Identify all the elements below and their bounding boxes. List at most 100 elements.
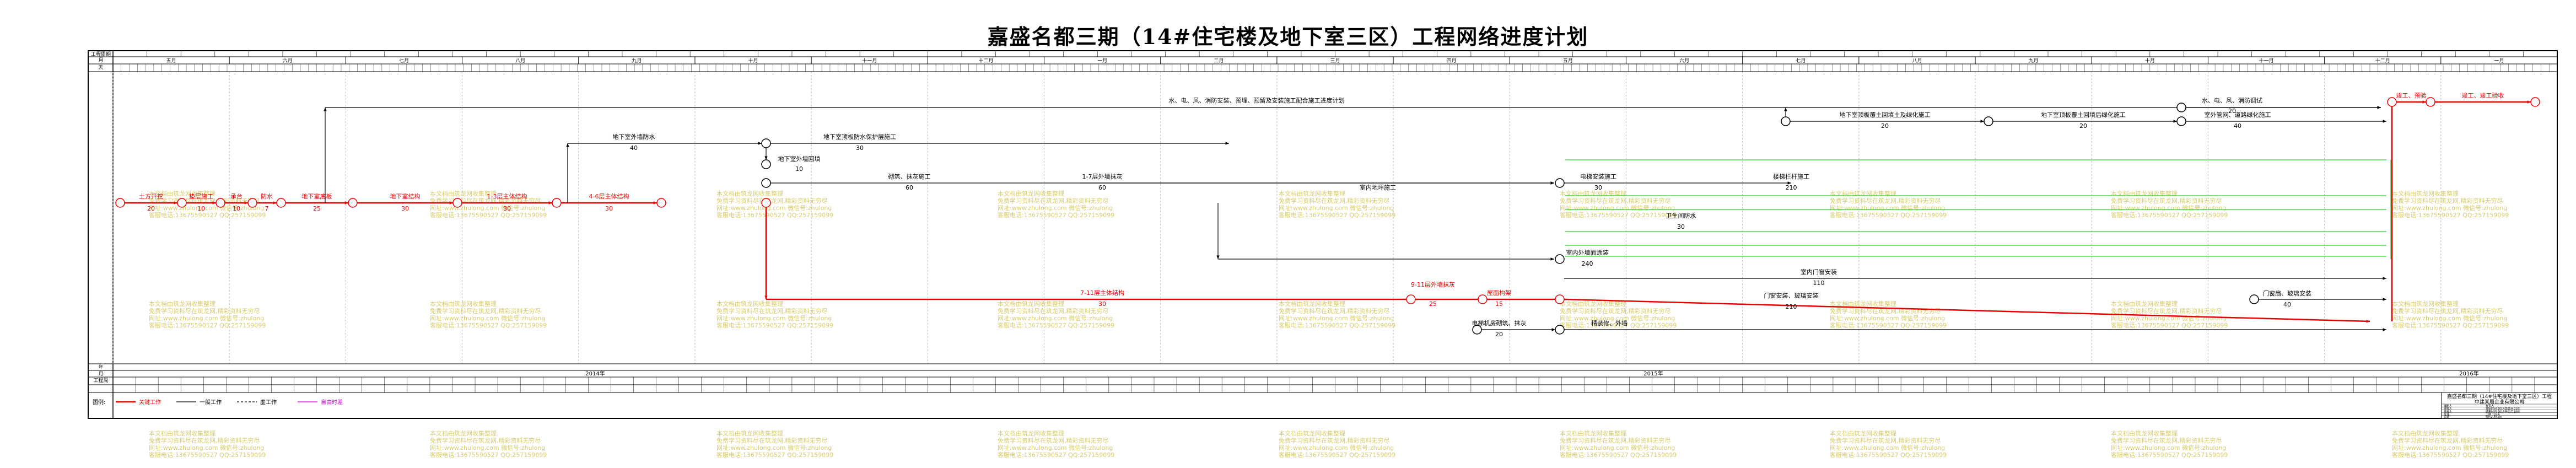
watermark-text: 本文档由筑龙网收集整理 bbox=[998, 190, 1064, 197]
watermark-text: 客服电话:13675590527 QQ:257159099 bbox=[998, 321, 1114, 329]
watermark-text: 本文档由筑龙网收集整理 bbox=[716, 429, 783, 437]
watermark-text: 本文档由筑龙网收集整理 bbox=[430, 429, 497, 437]
task-label: 30 bbox=[856, 144, 864, 152]
critical-task-duration: 10 bbox=[233, 205, 240, 212]
watermark-text: 网址:www.zhulong.com 微信号:zhulong bbox=[998, 444, 1113, 451]
watermark-text: 客服电话:13675590527 QQ:257159099 bbox=[430, 211, 547, 219]
watermark-text: 网址:www.zhulong.com 微信号:zhulong bbox=[998, 314, 1113, 322]
watermark-text: 免费学习资料尽在筑龙网,精彩资料无穷尽 bbox=[2111, 437, 2222, 444]
arrow-head bbox=[1551, 328, 1555, 331]
watermark-text: 客服电话:13675590527 QQ:257159099 bbox=[2392, 321, 2509, 329]
event-node bbox=[1555, 254, 1565, 264]
event-node bbox=[2176, 103, 2186, 112]
task-label: 20 bbox=[1881, 122, 1889, 130]
task-label: 240 bbox=[1582, 260, 1593, 267]
watermark-text: 网址:www.zhulong.com 微信号:zhulong bbox=[149, 314, 264, 322]
month-label: 十月 bbox=[748, 57, 758, 64]
watermark-text: 客服电话:13675590527 QQ:257159099 bbox=[716, 211, 833, 219]
title-block-key: 图号 bbox=[2444, 416, 2449, 419]
critical-task-duration: 25 bbox=[1429, 300, 1437, 308]
critical-task-label: 9-11层外墙抹灰 bbox=[1411, 281, 1455, 288]
watermark-text: 网址:www.zhulong.com 微信号:zhulong bbox=[430, 204, 545, 212]
watermark-text: 网址:www.zhulong.com 微信号:zhulong bbox=[1830, 204, 1945, 212]
task-label: 40 bbox=[2283, 301, 2291, 308]
watermark-text: 客服电话:13675590527 QQ:257159099 bbox=[2392, 451, 2509, 459]
critical-task-duration: 15 bbox=[1495, 300, 1503, 308]
critical-task-duration: 20 bbox=[147, 205, 155, 212]
watermark-text: 免费学习资料尽在筑龙网,精彩资料无穷尽 bbox=[716, 437, 828, 444]
task-label: 60 bbox=[1098, 184, 1106, 191]
watermark-text: 免费学习资料尽在筑龙网,精彩资料无穷尽 bbox=[716, 307, 828, 315]
critical-task-duration: 10 bbox=[197, 205, 205, 212]
event-node bbox=[348, 198, 358, 208]
watermark-text: 客服电话:13675590527 QQ:257159099 bbox=[1830, 321, 1947, 329]
watermark-text: 网址:www.zhulong.com 微信号:zhulong bbox=[1830, 444, 1945, 451]
event-node bbox=[1781, 116, 1791, 126]
watermark-text: 网址:www.zhulong.com 微信号:zhulong bbox=[2111, 204, 2226, 212]
watermark-text: 免费学习资料尽在筑龙网,精彩资料无穷尽 bbox=[2392, 197, 2503, 205]
watermark-text: 本文档由筑龙网收集整理 bbox=[1279, 429, 1345, 437]
chart-frame bbox=[88, 50, 2558, 419]
watermark-text: 客服电话:13675590527 QQ:257159099 bbox=[430, 321, 547, 329]
arrow-head bbox=[548, 201, 552, 205]
critical-task-duration: 30 bbox=[605, 205, 613, 212]
activity-arrow bbox=[1564, 298, 2370, 322]
watermark-text: 网址:www.zhulong.com 微信号:zhulong bbox=[716, 444, 832, 451]
watermark-text: 网址:www.zhulong.com 微信号:zhulong bbox=[2111, 444, 2226, 451]
critical-task-duration: 30 bbox=[401, 205, 409, 212]
task-label: 门窗扇、玻璃安装 bbox=[2263, 289, 2311, 297]
task-label: 地下室顶板覆土回填土及绿化施工 bbox=[1840, 111, 1931, 119]
watermark-text: 客服电话:13675590527 QQ:257159099 bbox=[1279, 451, 1395, 459]
watermark-text: 客服电话:13675590527 QQ:257159099 bbox=[716, 451, 833, 459]
task-label: 20 bbox=[2079, 122, 2087, 130]
event-node bbox=[1555, 178, 1565, 188]
watermark-text: 网址:www.zhulong.com 微信号:zhulong bbox=[716, 204, 832, 212]
critical-task-label: 承台 bbox=[230, 192, 242, 200]
month-label: 七月 bbox=[1796, 58, 1806, 64]
event-node bbox=[452, 198, 462, 208]
task-label: 40 bbox=[630, 144, 638, 152]
watermark-text: 免费学习资料尽在筑龙网,精彩资料无穷尽 bbox=[2392, 437, 2503, 444]
watermark-text: 免费学习资料尽在筑龙网,精彩资料无穷尽 bbox=[2111, 307, 2222, 315]
critical-task-duration: 30 bbox=[503, 205, 511, 212]
event-node bbox=[247, 198, 257, 208]
watermark-text: 客服电话:13675590527 QQ:257159099 bbox=[1560, 451, 1677, 459]
watermark-text: 本文档由筑龙网收集整理 bbox=[2111, 190, 2178, 197]
task-label: 电梯安装施工 bbox=[1580, 173, 1616, 180]
arrow-head bbox=[1980, 120, 1984, 123]
task-label: 20 bbox=[1495, 331, 1503, 338]
task-label: 地下室外墙回填 bbox=[778, 155, 821, 163]
event-node bbox=[2249, 294, 2259, 304]
year-label: 2014年 bbox=[585, 370, 605, 377]
critical-task-label: 7-11层主体结构 bbox=[1080, 289, 1124, 297]
watermark-text: 免费学习资料尽在筑龙网,精彩资料无穷尽 bbox=[716, 197, 828, 205]
arrow-head bbox=[324, 107, 327, 111]
task-label: 电梯机房砌筑、抹灰 bbox=[1472, 319, 1527, 327]
watermark-text: 本文档由筑龙网收集整理 bbox=[2111, 429, 2178, 437]
month-label: 一月 bbox=[2494, 58, 2504, 64]
watermark-text: 网址:www.zhulong.com 微信号:zhulong bbox=[998, 204, 1113, 212]
event-node bbox=[2426, 97, 2435, 107]
watermark-text: 本文档由筑龙网收集整理 bbox=[1830, 190, 1896, 197]
title-block-project: 嘉盛名都三期（14#住宅楼及地下室三区）工程 bbox=[2447, 393, 2552, 400]
month-label: 十一月 bbox=[2259, 57, 2274, 64]
header-row-label: 工程周期 bbox=[91, 51, 111, 57]
task-label: 210 bbox=[1786, 184, 1797, 191]
arrow-head bbox=[1550, 181, 1554, 185]
watermark-text: 网址:www.zhulong.com 微信号:zhulong bbox=[2392, 314, 2507, 322]
watermark-text: 免费学习资料尽在筑龙网,精彩资料无穷尽 bbox=[430, 437, 541, 444]
critical-task-label: 垫层施工 bbox=[189, 192, 213, 200]
task-label: 水、电、风、消防安装、预埋、预留及安装施工配合施工进度计划 bbox=[1169, 96, 1345, 104]
critical-task-label: 1-3层主体结构 bbox=[487, 192, 527, 200]
watermark-text: 本文档由筑龙网收集整理 bbox=[430, 300, 497, 308]
watermark-text: 免费学习资料尽在筑龙网,精彩资料无穷尽 bbox=[2392, 307, 2503, 315]
arrow-head bbox=[273, 201, 277, 205]
watermark-text: 网址:www.zhulong.com 微信号:zhulong bbox=[1279, 444, 1394, 451]
watermark-text: 网址:www.zhulong.com 微信号:zhulong bbox=[716, 314, 832, 322]
watermark-text: 网址:www.zhulong.com 微信号:zhulong bbox=[149, 444, 264, 451]
arrow-head bbox=[758, 142, 762, 145]
task-label: 30 bbox=[1594, 184, 1602, 191]
header-row-label: 月 bbox=[98, 57, 103, 63]
event-node bbox=[115, 198, 125, 208]
watermark-text: 免费学习资料尽在筑龙网,精彩资料无穷尽 bbox=[430, 307, 541, 315]
